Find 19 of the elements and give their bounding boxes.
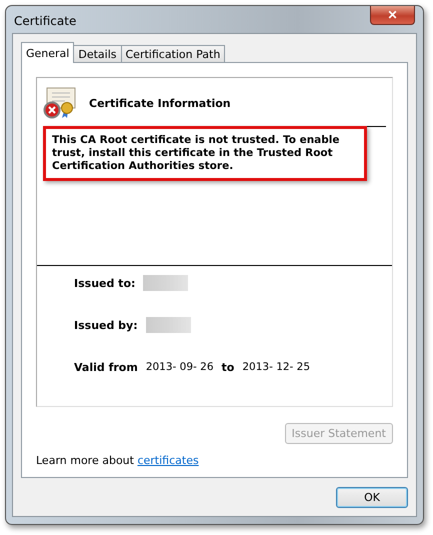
redacted-value <box>146 317 191 333</box>
window-title: Certificate <box>14 14 76 28</box>
field-label: Issued by: <box>74 318 138 332</box>
certificates-link[interactable]: certificates <box>137 454 199 467</box>
certificate-error-icon <box>43 87 77 119</box>
redacted-value <box>143 275 188 291</box>
date-value: 2013- 12- 25 <box>242 361 310 373</box>
learn-more-text: Learn more about <box>36 454 135 467</box>
date-value: 2013- 09- 26 <box>146 361 214 373</box>
field-label: Issued to: <box>74 276 136 290</box>
ok-button[interactable]: OK <box>336 487 408 508</box>
tab[interactable]: Details <box>73 45 122 63</box>
close-button[interactable]: ✕ <box>370 6 415 25</box>
field-label: Valid from <box>74 360 138 374</box>
warning-message: This CA Root certificate is not trusted. To enable trust, install this certificate in the Trusted Root Certification Authorities store. <box>43 126 367 181</box>
tab[interactable]: Certification Path <box>120 45 226 63</box>
field-label: to <box>222 360 234 374</box>
section-heading: Certificate Information <box>89 96 231 110</box>
tab[interactable]: General <box>21 42 74 63</box>
